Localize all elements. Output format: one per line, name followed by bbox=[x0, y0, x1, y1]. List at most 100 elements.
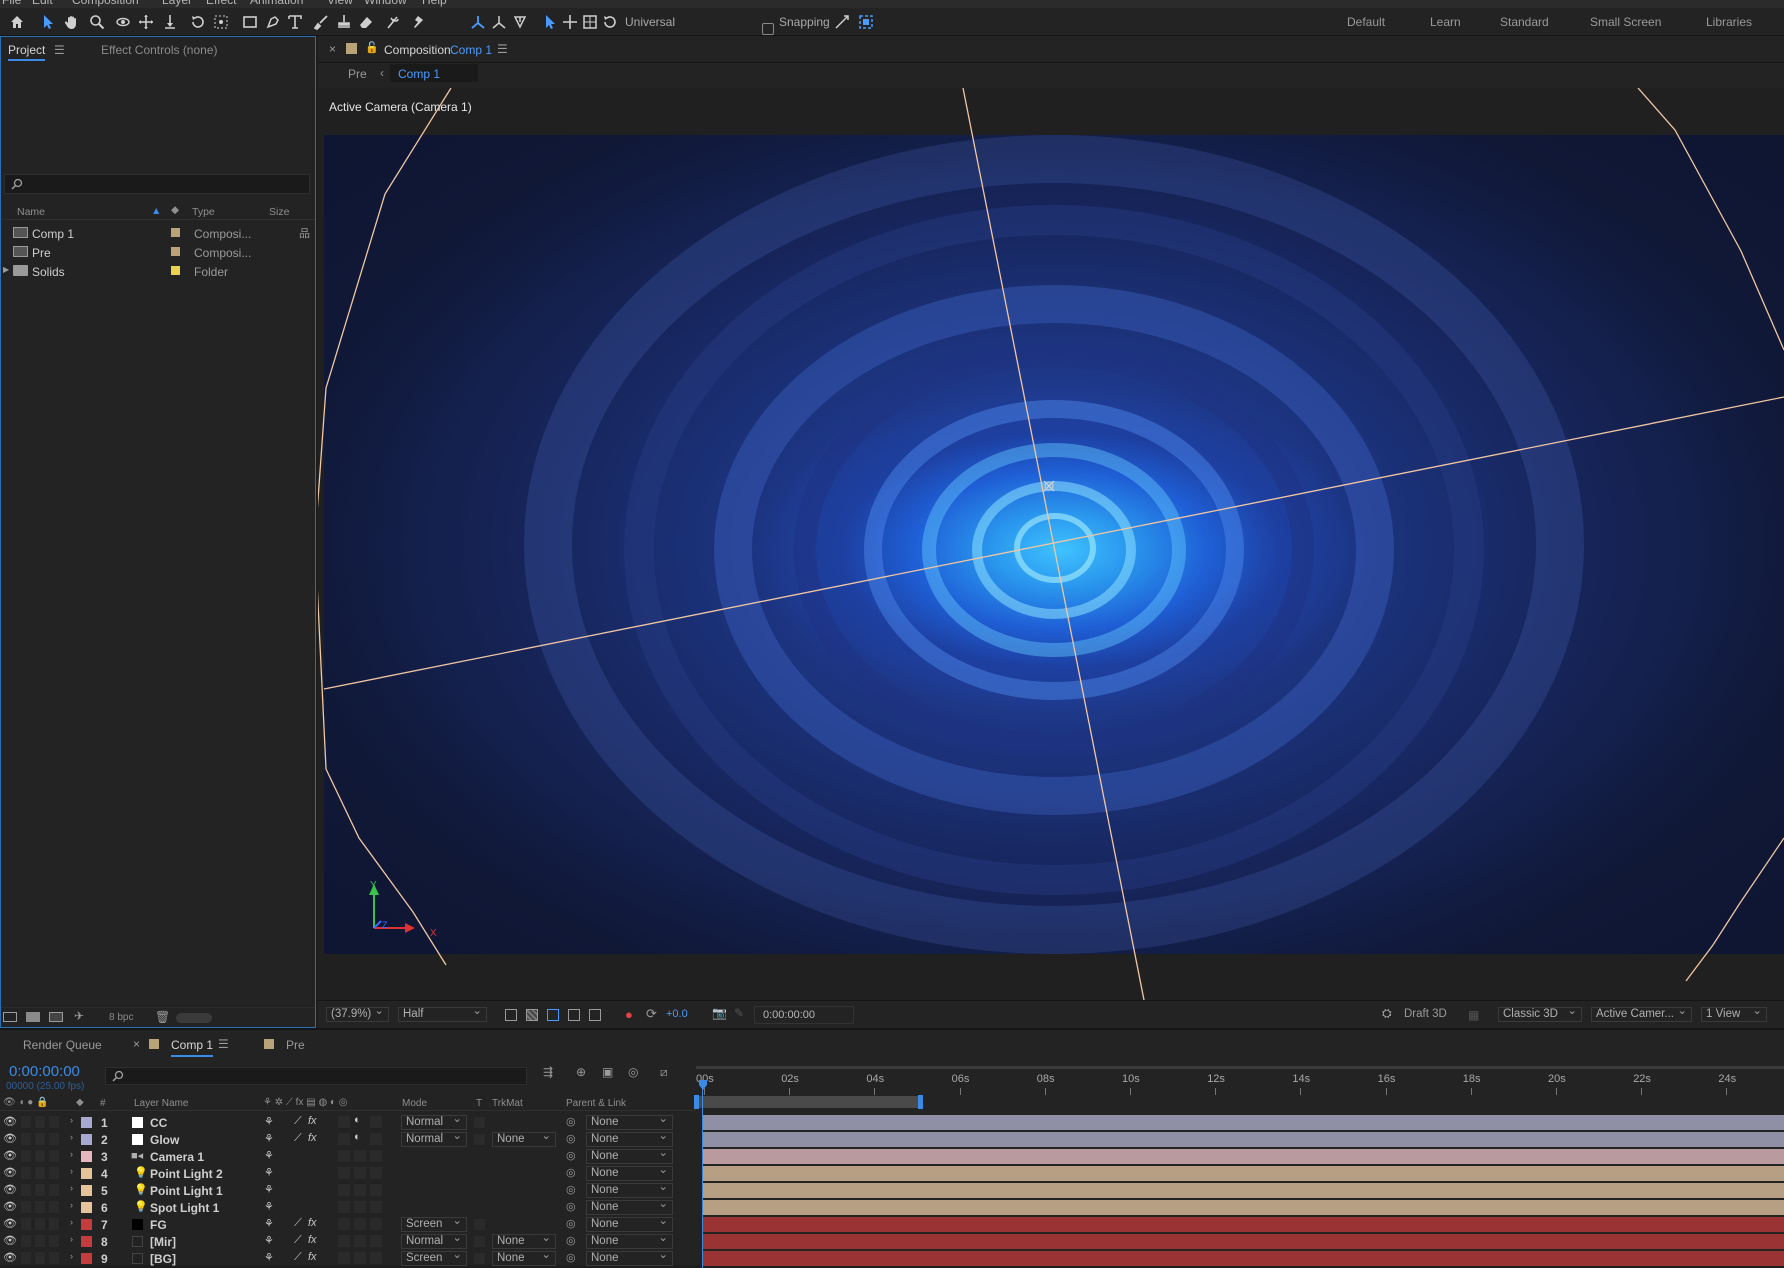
col-size[interactable]: Size bbox=[269, 206, 289, 218]
brush-tool-icon[interactable] bbox=[312, 12, 332, 32]
solo-toggle[interactable] bbox=[35, 1201, 45, 1213]
layer-duration-bar[interactable] bbox=[702, 1183, 1784, 1198]
eye-icon[interactable]: 👁 bbox=[3, 1132, 17, 1145]
anchor-point-icon[interactable] bbox=[211, 12, 231, 32]
col-type[interactable]: Type bbox=[192, 206, 215, 218]
solo-toggle[interactable] bbox=[35, 1116, 45, 1128]
track-matte-dropdown[interactable]: None bbox=[492, 1232, 556, 1249]
panel-menu-icon[interactable]: ☰ bbox=[54, 43, 65, 57]
label-color-swatch[interactable] bbox=[81, 1202, 92, 1213]
layer-search-input[interactable] bbox=[105, 1067, 527, 1085]
audio-toggle[interactable] bbox=[21, 1184, 31, 1196]
pick-whip-icon[interactable]: ◎ bbox=[566, 1166, 576, 1179]
eye-icon[interactable]: 👁 bbox=[3, 1251, 17, 1264]
tab-render-queue[interactable]: Render Queue bbox=[23, 1038, 102, 1052]
snapshot-icon[interactable]: 📷 bbox=[712, 1006, 727, 1020]
switch-cell[interactable] bbox=[354, 1184, 366, 1196]
menu-file[interactable]: File bbox=[2, 0, 21, 7]
layer-duration-bar[interactable] bbox=[702, 1149, 1784, 1164]
eye-icon[interactable]: 👁 bbox=[3, 1183, 17, 1196]
project-item[interactable]: ▶ Solids Folder bbox=[1, 261, 315, 280]
lock-toggle[interactable] bbox=[49, 1167, 59, 1179]
scale-icon[interactable] bbox=[580, 12, 600, 32]
comp-flowchart-icon[interactable]: ⇶ bbox=[543, 1065, 553, 1079]
puppet-pin-icon[interactable] bbox=[408, 12, 428, 32]
preserve-transparency-toggle[interactable] bbox=[474, 1117, 485, 1128]
hand-tool-icon[interactable] bbox=[62, 12, 82, 32]
switch-cell[interactable] bbox=[370, 1150, 382, 1162]
snap-target-icon[interactable] bbox=[856, 12, 876, 32]
3d-view-dropdown[interactable]: Active Camer... bbox=[1591, 1005, 1692, 1022]
shy-switch-icon[interactable]: ⚘ bbox=[264, 1234, 274, 1247]
eraser-tool-icon[interactable] bbox=[356, 12, 376, 32]
show-snapshot-icon[interactable]: ✎ bbox=[734, 1006, 744, 1020]
switch-cell[interactable] bbox=[338, 1133, 350, 1145]
lock-toggle[interactable] bbox=[49, 1235, 59, 1247]
switch-cell[interactable] bbox=[338, 1116, 350, 1128]
work-area-bar[interactable] bbox=[696, 1096, 921, 1108]
label-color-swatch[interactable] bbox=[81, 1253, 92, 1264]
home-icon[interactable] bbox=[7, 12, 27, 32]
parent-dropdown[interactable]: None bbox=[586, 1232, 673, 1249]
switch-cell[interactable] bbox=[354, 1218, 366, 1230]
interpret-footage-icon[interactable] bbox=[3, 1012, 17, 1022]
adjustment-layer-icon[interactable]: ◐ bbox=[354, 1131, 361, 1143]
switch-cell[interactable] bbox=[370, 1133, 382, 1145]
work-area-end-handle[interactable] bbox=[918, 1095, 923, 1109]
expand-arrow-icon[interactable]: ▶ bbox=[3, 265, 9, 274]
draft-3d-toggle[interactable]: Draft 3D bbox=[1404, 1008, 1447, 1020]
pick-whip-icon[interactable]: ◎ bbox=[566, 1217, 576, 1230]
layer-name[interactable]: Spot Light 1 bbox=[150, 1201, 219, 1215]
close-tab-icon[interactable]: × bbox=[329, 42, 336, 56]
layer-name[interactable]: Point Light 1 bbox=[150, 1184, 223, 1198]
magnification-dropdown[interactable]: (37.9%) bbox=[326, 1005, 389, 1022]
snap-options-icon[interactable] bbox=[832, 12, 852, 32]
audio-toggle[interactable] bbox=[21, 1235, 31, 1247]
expand-arrow-icon[interactable]: › bbox=[70, 1183, 73, 1193]
preserve-transparency-toggle[interactable] bbox=[474, 1236, 485, 1247]
col-layer-name[interactable]: Layer Name bbox=[134, 1098, 188, 1109]
workspace-small-screen[interactable]: Small Screen bbox=[1590, 15, 1661, 29]
switch-cell[interactable] bbox=[338, 1167, 350, 1179]
shy-switch-icon[interactable]: ⚘ bbox=[264, 1200, 274, 1213]
blend-mode-dropdown[interactable]: Normal bbox=[401, 1130, 467, 1147]
layer-duration-bar[interactable] bbox=[702, 1217, 1784, 1232]
switch-cell[interactable] bbox=[370, 1201, 382, 1213]
eye-icon[interactable]: 👁 bbox=[3, 1149, 17, 1162]
tab-effect-controls[interactable]: Effect Controls (none) bbox=[101, 43, 218, 57]
universal-select-icon[interactable] bbox=[540, 12, 560, 32]
playhead[interactable] bbox=[699, 1080, 707, 1268]
audio-toggle[interactable] bbox=[21, 1133, 31, 1145]
blend-mode-dropdown[interactable]: Screen bbox=[401, 1215, 467, 1232]
expand-arrow-icon[interactable]: › bbox=[70, 1251, 73, 1261]
switch-cell[interactable] bbox=[338, 1201, 350, 1213]
audio-toggle[interactable] bbox=[21, 1201, 31, 1213]
local-axis-icon[interactable] bbox=[468, 12, 488, 32]
layer-row[interactable]: 👁 › 9 [BG] ⚘ ⟋ fx Screen None ◎ None bbox=[0, 1249, 700, 1267]
switch-cell[interactable] bbox=[354, 1201, 366, 1213]
layer-name[interactable]: Glow bbox=[150, 1133, 179, 1147]
layer-duration-bar[interactable] bbox=[702, 1132, 1784, 1147]
layer-duration-bar[interactable] bbox=[702, 1251, 1784, 1266]
expand-arrow-icon[interactable]: › bbox=[70, 1132, 73, 1142]
audio-toggle[interactable] bbox=[21, 1218, 31, 1230]
pick-whip-icon[interactable]: ◎ bbox=[566, 1251, 576, 1264]
switch-cell[interactable] bbox=[338, 1184, 350, 1196]
layer-duration-bar[interactable] bbox=[702, 1166, 1784, 1181]
parent-dropdown[interactable]: None bbox=[586, 1249, 673, 1266]
label-color-swatch[interactable] bbox=[81, 1219, 92, 1230]
switch-cell[interactable] bbox=[370, 1252, 382, 1264]
channel-icon[interactable]: ● bbox=[625, 1007, 633, 1022]
label-color-swatch[interactable] bbox=[81, 1117, 92, 1128]
project-item[interactable]: Pre Composi... bbox=[1, 242, 315, 261]
resolution-dropdown[interactable]: Half bbox=[398, 1005, 487, 1022]
layer-name[interactable]: [BG] bbox=[150, 1252, 176, 1266]
blend-mode-dropdown[interactable]: Screen bbox=[401, 1249, 467, 1266]
solo-toggle[interactable] bbox=[35, 1235, 45, 1247]
expand-arrow-icon[interactable]: › bbox=[70, 1234, 73, 1244]
parent-dropdown[interactable]: None bbox=[586, 1198, 673, 1215]
shy-switch-icon[interactable]: ⚘ bbox=[264, 1166, 274, 1179]
layer-row[interactable]: 👁 › 1 CC ⚘ ⟋ fx ◐ Normal ◎ None bbox=[0, 1113, 700, 1131]
label-color-swatch[interactable] bbox=[171, 247, 180, 256]
pick-whip-icon[interactable]: ◎ bbox=[566, 1200, 576, 1213]
